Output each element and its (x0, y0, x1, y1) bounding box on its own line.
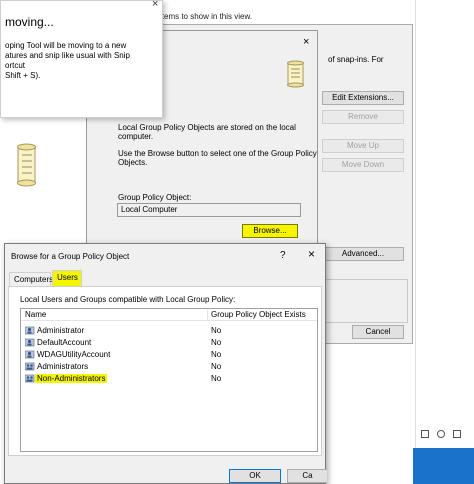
table-row[interactable]: DefaultAccount No (21, 337, 317, 349)
gpo-exists-value: No (211, 374, 222, 383)
edit-extensions-button[interactable]: Edit Extensions... (322, 91, 404, 105)
column-header-name[interactable]: Name (25, 310, 46, 319)
gpo-description-line2: computer. (118, 132, 154, 141)
remove-button[interactable]: Remove (322, 110, 404, 124)
gpo-field-label: Group Policy Object: (118, 193, 192, 202)
ok-button[interactable]: OK (229, 469, 281, 483)
user-name: WDAGUtilityAccount (37, 350, 111, 359)
gpo-exists-value: No (211, 350, 222, 359)
user-icon (25, 326, 35, 335)
group-icon (25, 374, 35, 383)
column-header-gpo-exists[interactable]: Group Policy Object Exists (211, 310, 306, 319)
snapin-description-box (322, 279, 408, 323)
user-name: Administrator (37, 326, 85, 335)
notification-line-4: Shift + S). (5, 71, 41, 80)
browse-cancel-button[interactable]: Ca (287, 469, 327, 483)
gpo-exists-value: No (211, 326, 222, 335)
user-name-highlighted: Non-Administrators (35, 374, 108, 383)
advanced-button[interactable]: Advanced... (322, 247, 404, 261)
user-name: Administrators (37, 362, 89, 371)
tab-computers[interactable]: Computers (9, 272, 53, 286)
window-icon (421, 430, 429, 438)
circle-icon (437, 430, 445, 438)
notification-close-icon[interactable]: × (152, 0, 158, 10)
tab-users[interactable]: Users (52, 270, 82, 286)
right-background-area (413, 0, 474, 484)
browse-instruction-line2: Objects. (118, 158, 148, 167)
browse-dialog-title: Browse for a Group Policy Object (11, 252, 130, 261)
gpo-scroll-icon (17, 143, 36, 187)
table-row[interactable]: Administrator No (21, 325, 317, 337)
gpo-exists-value: No (211, 338, 222, 347)
square-icon (453, 430, 461, 438)
browse-button[interactable]: Browse... (242, 224, 298, 238)
move-down-button[interactable]: Move Down (322, 158, 404, 172)
table-row[interactable]: Non-Administrators No (21, 373, 317, 385)
list-caption: Local Users and Groups compatible with L… (20, 295, 236, 304)
background-view-text: items to show in this view. (160, 12, 253, 21)
move-up-button[interactable]: Move Up (322, 139, 404, 153)
snapins-header-text: of snap-ins. For (328, 55, 384, 64)
notification-line-1: oping Tool will be moving to a new (5, 41, 127, 50)
table-row[interactable]: WDAGUtilityAccount No (21, 349, 317, 361)
gpo-dialog-close-button[interactable]: × (303, 37, 309, 48)
user-name: DefaultAccount (37, 338, 92, 347)
gpo-field[interactable]: Local Computer (117, 203, 301, 217)
group-icon (25, 362, 35, 371)
user-icon (25, 350, 35, 359)
toolbar-icons (421, 428, 471, 442)
user-icon (25, 338, 35, 347)
gpo-exists-value: No (211, 362, 222, 371)
browse-instruction-line1: Use the Browse button to select one of t… (118, 149, 317, 158)
users-list[interactable]: Name Group Policy Object Exists Administ… (20, 308, 318, 452)
browse-dialog-close-button[interactable]: × (308, 248, 315, 260)
snipping-tool-notification: moving... × oping Tool will be moving to… (0, 0, 163, 118)
help-button[interactable]: ? (280, 251, 286, 261)
notification-line-2: atures and snip like usual with Snip (5, 51, 130, 60)
notification-line-3: ortcut (5, 61, 26, 70)
mmc-cancel-button[interactable]: Cancel (352, 325, 404, 339)
taskbar-strip (413, 448, 474, 484)
notification-title: moving... (5, 15, 54, 29)
table-row[interactable]: Administrators No (21, 361, 317, 373)
scroll-icon (287, 60, 304, 88)
list-header: Name Group Policy Object Exists (21, 309, 317, 321)
